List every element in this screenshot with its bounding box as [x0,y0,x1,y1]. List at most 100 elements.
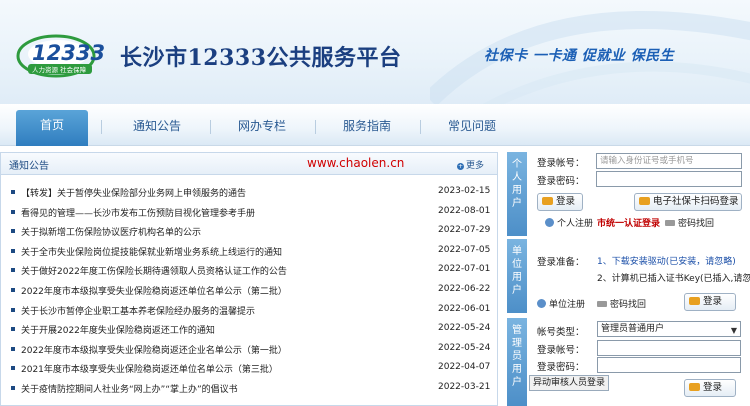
notice-title[interactable]: 关于拟新增工伤保险协议医疗机构名单的公示 [21,225,201,238]
tab-char: 管 [512,325,522,336]
notice-item[interactable]: 2022年度市本级拟享受失业保险稳岗返还单位名单公示（第二批） 2022-06-2… [1,281,497,301]
notice-item[interactable]: 关于拟新增工伤保险协议医疗机构名单的公示 2022-07-29 [1,222,497,242]
notice-item[interactable]: 关于开展2022年度失业保险稳岗返还工作的通知 2022-05-24 [1,320,497,340]
company-password-recovery-link[interactable]: 密码找回 [597,297,646,310]
key-icon [665,220,675,226]
bullet-icon [11,229,15,234]
notice-date: 2022-07-01 [438,264,491,275]
nav-home[interactable]: 首页 [16,110,88,146]
admin-login-button[interactable]: 登录 [684,379,736,397]
notice-item[interactable]: 【转发】关于暂停失业保险部分业务网上申领服务的通告 2023-02-15 [1,183,497,203]
personal-password-input[interactable] [596,171,742,187]
link-label: 密码找回 [678,219,715,229]
notice-date: 2022-05-24 [438,323,491,334]
bullet-icon [11,268,15,273]
notice-item[interactable]: 关于长沙市暂停企业职工基本养老保险经办服务的温馨提示 2022-06-01 [1,301,497,321]
notice-title[interactable]: 看得见的管理——长沙市发布工伤预防目视化管理参考手册 [21,206,255,219]
cert-key-step: 2、计算机已插入证书Key(已插入,请忽略) [597,274,750,284]
main-nav: 首页 通知公告 网办专栏 服务指南 常见问题 [0,104,750,146]
notice-date: 2022-08-01 [438,205,491,216]
company-register-link[interactable]: 单位注册 [537,297,585,310]
link-label: 个人注册 [557,219,594,229]
key-icon [542,197,553,205]
audit-staff-login-tooltip[interactable]: 异动审核人员登录 [529,375,610,391]
notice-panel-header: 通知公告 www.chaolen.cn + 更多 [1,153,497,175]
tab-char: 用 [512,364,522,375]
notice-date: 2022-05-24 [438,342,491,353]
bullet-icon [11,346,15,351]
personal-password-recovery-link[interactable]: 密码找回 [665,216,714,229]
button-label: 登录 [556,196,576,207]
citizen-auth-login-link[interactable]: 市统一认证登录 [597,216,660,229]
user-icon [545,218,554,227]
nav-online-service[interactable]: 网办专栏 [222,114,302,140]
admin-type-select[interactable]: 管理员普通用户 ▼ [597,321,741,337]
personal-register-link[interactable]: 个人注册 [545,216,593,229]
notice-title[interactable]: 关于疫情防控期间人社业务“网上办”“掌上办”的倡议书 [21,382,238,395]
tab-char: 单 [512,246,522,257]
admin-type-label: 帐号类型： [537,327,585,338]
download-driver-link[interactable]: 1、下载安装驱动(已安装，请忽略) [597,254,736,267]
bullet-icon [11,190,15,194]
notice-title[interactable]: 2022年度市本级拟享受失业保险稳岗返还企业名单公示（第一批） [21,343,287,356]
notice-title[interactable]: 关于做好2022年度工伤保险长期待遇领取人员资格认证工作的公告 [21,264,287,277]
personal-password-label: 登录密码： [537,176,585,187]
personal-account-label: 登录帐号： [537,158,585,169]
nav-faq[interactable]: 常见问题 [432,114,512,140]
more-link[interactable]: + 更多 [457,158,484,171]
notice-item[interactable]: 关于做好2022年度工伤保险长期待遇领取人员资格认证工作的公告 2022-07-0… [1,261,497,281]
personal-login-button[interactable]: 登录 [537,193,583,211]
tab-char: 用 [512,185,522,196]
more-plus-icon: + [457,163,464,170]
notice-item[interactable]: 2022年度市本级拟享受失业保险稳岗返还企业名单公示（第一批） 2022-05-2… [1,340,497,360]
site-title: 长沙市12333公共服务平台 [120,45,402,71]
notice-title[interactable]: 关于全市失业保险岗位提技能保就业新增业务系统上线运行的通知 [21,245,282,258]
logo-subtitle: 人力资源 社会保障 [32,65,87,74]
tab-company-user[interactable]: 单 位 用 户 [507,239,527,313]
notice-title[interactable]: 关于长沙市暂停企业职工基本养老保险经办服务的温馨提示 [21,304,255,317]
nav-divider [101,120,102,134]
notice-item[interactable]: 看得见的管理——长沙市发布工伤预防目视化管理参考手册 2022-08-01 [1,203,497,223]
key-icon [689,383,700,391]
notice-item[interactable]: 关于全市失业保险岗位提技能保就业新增业务系统上线运行的通知 2022-07-05 [1,242,497,262]
notice-title[interactable]: 2021年度市本级享受失业保险稳岗返还单位名单公示（第三批） [21,362,278,375]
tab-personal-user[interactable]: 个 人 用 户 [507,152,527,236]
link-label: 密码找回 [610,300,647,310]
notice-date: 2022-04-07 [438,362,491,373]
notice-item[interactable]: 2021年度市本级享受失业保险稳岗返还单位名单公示（第三批） 2022-04-07 [1,359,497,379]
notice-list: 【转发】关于暂停失业保险部分业务网上申领服务的通告 2023-02-15 看得见的管… [1,183,497,399]
personal-account-input[interactable]: 请输入身份证号或手机号 [596,153,742,169]
company-login-button[interactable]: 登录 [684,293,736,311]
tab-admin-user[interactable]: 管 理 员 用 户 [507,318,527,406]
admin-account-input[interactable] [597,340,741,356]
bullet-icon [11,385,15,390]
nav-notices[interactable]: 通知公告 [117,114,197,140]
logo-icon: 12333 人力资源 社会保障 [16,34,105,78]
bullet-icon [11,209,15,214]
notice-item[interactable]: 关于疫情防控期间人社业务“网上办”“掌上办”的倡议书 2022-03-21 [1,379,497,399]
notice-panel: 通知公告 www.chaolen.cn + 更多 【转发】关于暂停失业保险部分业务… [0,152,498,406]
watermark-text: www.chaolen.cn [307,156,405,170]
link-label: 单位注册 [549,300,586,310]
notice-date: 2022-07-05 [438,244,491,255]
bullet-icon [11,248,15,253]
user-icon [537,299,546,308]
site-slogan: 社保卡 一卡通 促就业 保民生 [484,48,675,64]
admin-password-input[interactable] [597,357,741,373]
nav-divider [315,120,316,134]
notice-title[interactable]: 关于开展2022年度失业保险稳岗返还工作的通知 [21,323,215,336]
bullet-icon [11,287,15,292]
e-card-scan-login-button[interactable]: 电子社保卡扫码登录 [634,193,742,211]
notice-title[interactable]: 【转发】关于暂停失业保险部分业务网上申领服务的通告 [21,186,246,199]
admin-password-label: 登录密码： [537,362,585,373]
more-label: 更多 [466,161,485,171]
notice-date: 2022-06-01 [438,303,491,314]
tab-char: 个 [512,159,522,170]
select-value: 管理员普通用户 [601,324,665,334]
notice-title[interactable]: 2022年度市本级拟享受失业保险稳岗返还单位名单公示（第二批） [21,284,287,297]
site-logo[interactable]: 12333 人力资源 社会保障 [16,32,108,78]
key-icon [597,301,607,307]
bullet-icon [11,366,15,371]
nav-service-guide[interactable]: 服务指南 [327,114,407,140]
notice-date: 2022-06-22 [438,283,491,294]
